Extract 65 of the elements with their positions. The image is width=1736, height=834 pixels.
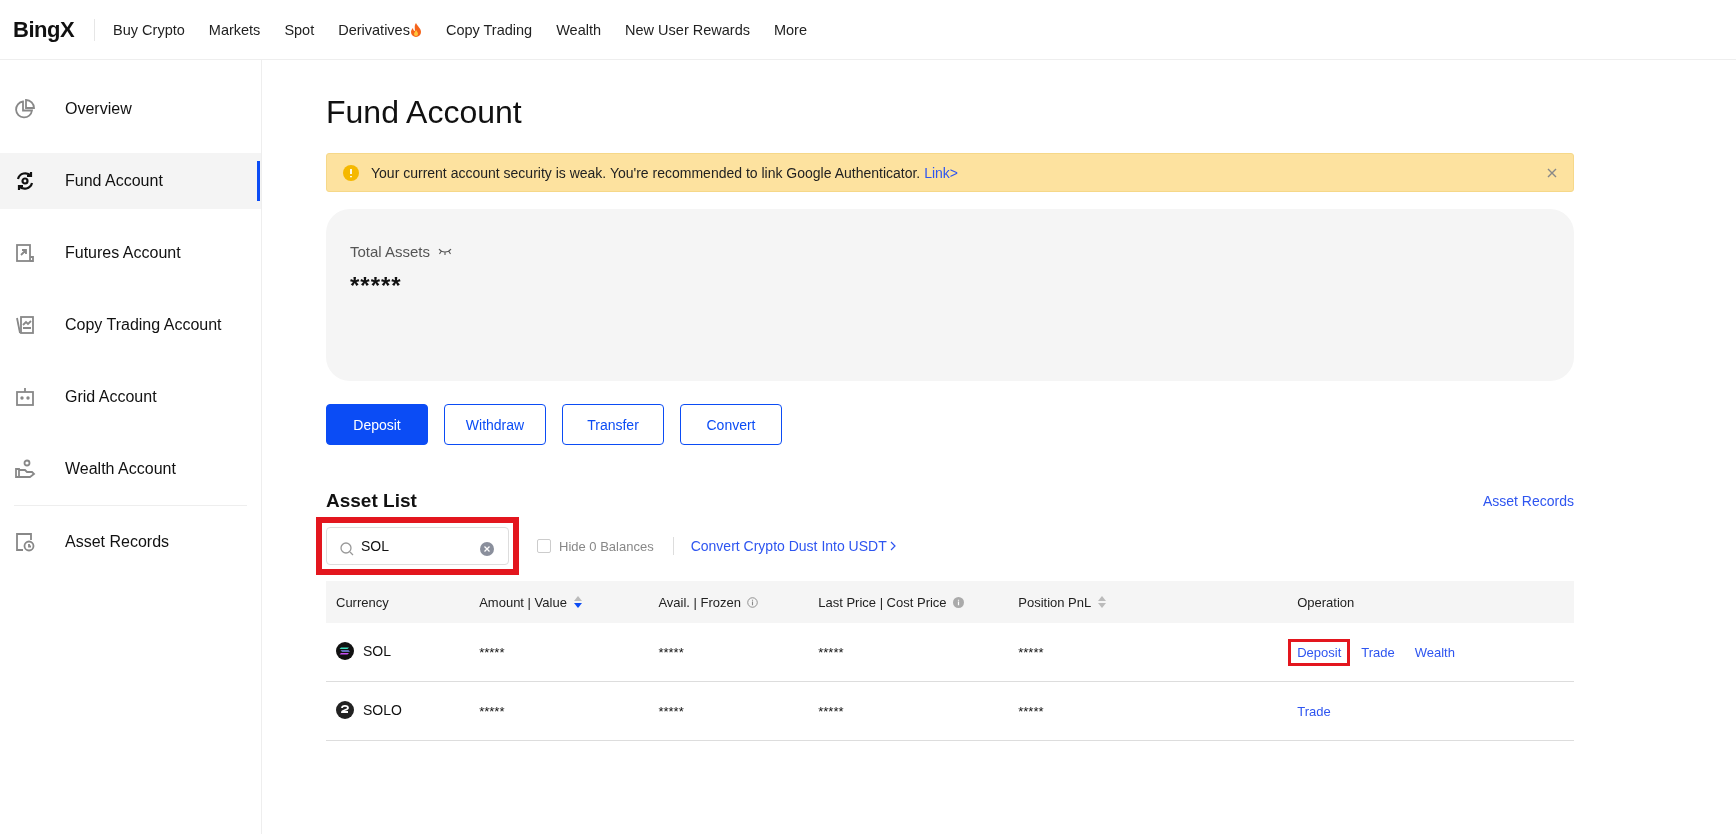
sidebar-item[interactable]: Overview (0, 81, 261, 137)
nav-link[interactable]: More (773, 21, 807, 38)
flame-icon (409, 22, 422, 37)
sidebar-item[interactable]: Asset Records (0, 514, 261, 570)
pie-chart-icon (14, 98, 36, 120)
currency-name: SOL (363, 642, 391, 659)
clear-icon[interactable] (480, 542, 494, 556)
sidebar-item[interactable]: Copy Trading Account (0, 297, 261, 353)
operation-link[interactable]: Deposit (1291, 641, 1348, 663)
action-button[interactable]: Transfer (562, 404, 664, 445)
operation-link[interactable]: Trade (1355, 641, 1401, 663)
action-button[interactable]: Withdraw (444, 404, 546, 445)
refresh-icon (14, 170, 36, 192)
authenticator-link[interactable]: Link> (924, 164, 958, 181)
column-header: Currency (336, 594, 389, 610)
sort-icon[interactable] (572, 596, 583, 608)
column-header: Position PnL (1018, 594, 1092, 610)
document-arrow-icon (14, 242, 36, 264)
brand-logo: BingX (13, 16, 75, 43)
table-cell: ***** (658, 703, 684, 719)
column-header: Amount | Value (479, 594, 567, 610)
hide-zero-checkbox[interactable]: Hide 0 Balances (537, 538, 654, 554)
convert-dust-link[interactable]: Convert Crypto Dust Into USDT (690, 538, 896, 554)
column-header: Avail. | Frozen (658, 594, 742, 610)
table-cell: ***** (479, 703, 505, 719)
operation-link[interactable]: Trade (1291, 700, 1337, 722)
table-cell: ***** (818, 703, 844, 719)
asset-records-link[interactable]: Asset Records (1482, 493, 1574, 509)
hand-coin-icon (14, 458, 36, 480)
cards-chart-icon (14, 314, 36, 336)
document-clock-icon (14, 531, 36, 553)
nav-link[interactable]: Copy Trading (445, 21, 533, 38)
search-field[interactable]: SOL (326, 527, 509, 565)
warning-icon (343, 164, 359, 181)
table-cell: ***** (818, 644, 844, 660)
operation-link[interactable]: Wealth (1408, 641, 1461, 663)
column-header: Last Price | Cost Price (818, 594, 947, 610)
sidebar-item[interactable]: Fund Account (0, 153, 261, 209)
table-cell: ***** (1018, 703, 1044, 719)
sidebar-item[interactable]: Grid Account (0, 369, 261, 425)
nav-link[interactable]: Buy Crypto (113, 21, 185, 38)
search-icon (340, 542, 354, 556)
robot-icon (14, 386, 36, 408)
nav-link[interactable]: Markets (208, 21, 261, 38)
close-icon[interactable] (1547, 167, 1557, 178)
total-assets-label: Total Assets (350, 243, 431, 260)
page-title: Fund Account (326, 94, 523, 131)
column-header: Operation (1297, 594, 1355, 610)
alert-message: Your current account security is weak. You're recommended to link Google Authenticator. Link> (371, 164, 959, 181)
nav-link[interactable]: Spot (284, 21, 315, 38)
total-assets-value: ***** (350, 272, 403, 300)
sidebar-item[interactable]: Futures Account (0, 225, 261, 281)
eye-closed-icon[interactable] (438, 247, 453, 256)
section-title: Asset List (326, 490, 417, 512)
table-cell: ***** (479, 644, 505, 660)
table-cell: ***** (658, 644, 684, 660)
nav-link[interactable]: Derivatives (338, 21, 422, 38)
sidebar-item[interactable]: Wealth Account (0, 441, 261, 497)
nav-link[interactable]: Wealth (556, 21, 602, 38)
table-cell: ***** (1018, 644, 1044, 660)
action-button[interactable]: Convert (680, 404, 782, 445)
currency-name: SOLO (363, 701, 402, 718)
nav-link[interactable]: New User Rewards (625, 21, 750, 38)
chevron-icon (889, 541, 896, 551)
action-button[interactable]: Deposit (326, 404, 428, 445)
